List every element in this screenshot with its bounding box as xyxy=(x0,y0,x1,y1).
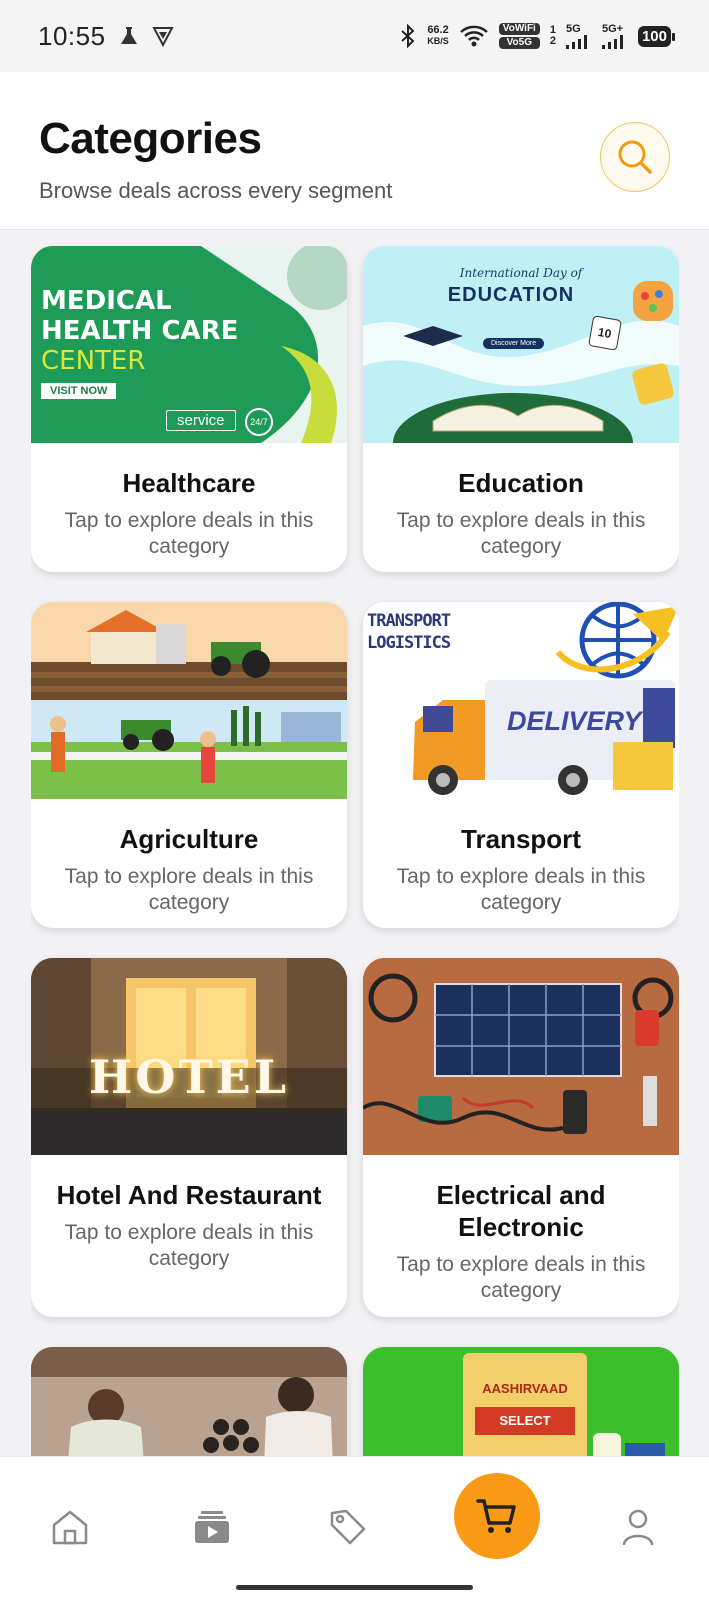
bottom-navigation xyxy=(0,1456,709,1600)
agriculture-banner-art xyxy=(31,602,347,799)
electrical-banner-art xyxy=(363,958,679,1155)
bluetooth-icon xyxy=(401,24,415,48)
video-icon xyxy=(195,1511,229,1543)
profile-icon xyxy=(622,1509,654,1546)
nav-videos[interactable] xyxy=(182,1497,242,1557)
category-title: Hotel And Restaurant xyxy=(56,1180,322,1210)
home-indicator[interactable] xyxy=(236,1585,473,1590)
cart-icon xyxy=(476,1499,516,1533)
vpn-shield-icon xyxy=(151,27,174,47)
net-speed: 66.2 KB/S xyxy=(427,24,449,47)
category-card-education[interactable]: International Day of EDUCATION Discover … xyxy=(363,246,679,572)
signal-icon xyxy=(601,35,623,49)
category-card-transport[interactable]: TRANSPORT LOGISTICS DELIVERY Transport T… xyxy=(363,602,679,928)
volte-indicator: VoWiFi Vo5G xyxy=(498,22,540,50)
education-banner: International Day of EDUCATION Discover … xyxy=(363,246,679,443)
status-bar: 10:55 66.2 KB/S VoWiFi Vo5G 1 2 5G 5G+ 1… xyxy=(0,0,709,72)
signal-icon xyxy=(565,35,587,49)
agriculture-banner xyxy=(31,602,347,799)
category-subtitle: Tap to explore deals in this category xyxy=(396,865,646,914)
category-card-wedding[interactable] xyxy=(31,1347,347,1456)
electrical-banner xyxy=(363,958,679,1155)
hotel-banner: HOTEL xyxy=(31,958,347,1155)
category-grid: MEDICAL HEALTH CARE CENTER VISIT NOW ser… xyxy=(31,246,679,1456)
signal-sim1: 5G xyxy=(565,23,592,49)
search-icon xyxy=(618,140,652,174)
category-card-healthcare[interactable]: MEDICAL HEALTH CARE CENTER VISIT NOW ser… xyxy=(31,246,347,572)
category-card-electrical-and-electronic[interactable]: Electrical and Electronic Tap to explore… xyxy=(363,958,679,1317)
nav-home[interactable] xyxy=(40,1497,100,1557)
sim-indicator: 1 2 xyxy=(549,24,556,47)
signal-sim2: 5G+ xyxy=(601,23,628,49)
flask-icon xyxy=(120,27,137,44)
grocery-banner: AASHIRVAAD SELECT xyxy=(363,1347,679,1456)
category-title: Education xyxy=(458,468,584,498)
category-card-agriculture[interactable]: Agriculture Tap to explore deals in this… xyxy=(31,602,347,928)
battery-indicator: 100 xyxy=(637,25,676,47)
nav-profile[interactable] xyxy=(608,1497,668,1557)
transport-banner: TRANSPORT LOGISTICS DELIVERY xyxy=(363,602,679,799)
category-subtitle: Tap to explore deals in this category xyxy=(64,509,314,558)
category-title: Transport xyxy=(461,824,581,854)
category-subtitle: Tap to explore deals in this category xyxy=(396,509,646,558)
category-card-grocery[interactable]: AASHIRVAAD SELECT xyxy=(363,1347,679,1456)
page-subtitle: Browse deals across every segment xyxy=(39,178,393,203)
category-subtitle: Tap to explore deals in this category xyxy=(64,1221,314,1270)
category-title: Healthcare xyxy=(122,468,256,498)
category-subtitle: Tap to explore deals in this category xyxy=(64,865,314,914)
home-icon xyxy=(52,1510,88,1545)
page-title: Categories xyxy=(39,114,262,163)
category-title: Electrical and Electronic xyxy=(436,1180,606,1242)
page-header: Categories Browse deals across every seg… xyxy=(0,72,709,230)
wifi-icon xyxy=(459,25,488,47)
category-card-hotel-and-restaurant[interactable]: HOTEL Hotel And Restaurant Tap to explor… xyxy=(31,958,347,1317)
grocery-banner-art xyxy=(363,1347,679,1456)
search-button[interactable] xyxy=(600,122,670,192)
wedding-banner-art xyxy=(31,1347,347,1456)
tag-icon xyxy=(330,1509,366,1545)
wedding-banner xyxy=(31,1347,347,1456)
healthcare-banner: MEDICAL HEALTH CARE CENTER VISIT NOW ser… xyxy=(31,246,347,443)
status-time: 10:55 xyxy=(38,20,106,51)
nav-offers[interactable] xyxy=(318,1497,378,1557)
nav-cart[interactable] xyxy=(454,1473,540,1559)
category-title: Agriculture xyxy=(119,824,259,854)
category-subtitle: Tap to explore deals in this category xyxy=(396,1253,646,1302)
